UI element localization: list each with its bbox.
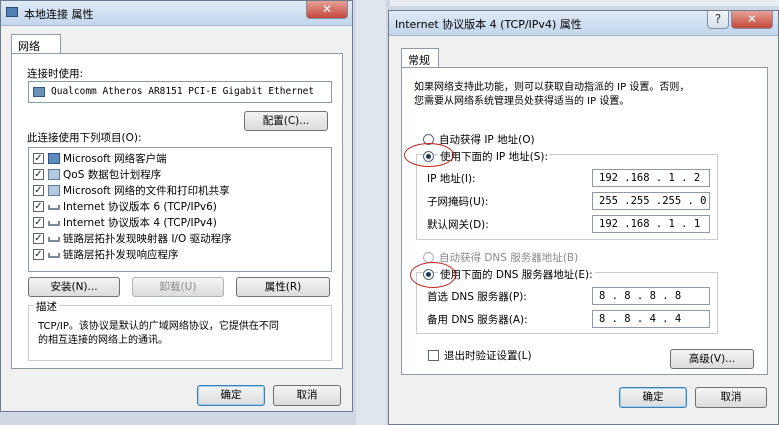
general-tab-panel: 如果网络支持此功能，则可以获取自动指派的 IP 设置。否则， 您需要从网络系统管… [401, 67, 768, 375]
network-window-icon [6, 7, 18, 17]
preferred-dns-value: 8 . 8 . 8 . 8 [599, 290, 682, 302]
connect-using-label: 连接时使用: [27, 68, 84, 80]
list-item[interactable]: QoS 数据包计划程序 [63, 167, 161, 182]
adapter-field: Qualcomm Atheros AR8151 PCI-E Gigabit Et… [28, 81, 332, 103]
configure-button[interactable]: 配置(C)... [244, 111, 328, 131]
annotation-circle-manual-ip [404, 143, 454, 167]
auto-dns-label: 自动获得 DNS 服务器地址(B) [439, 252, 579, 264]
right-window-title: Internet 协议版本 4 (TCP/IPv4) 属性 [395, 18, 582, 31]
description-text-line2: 的相互连接的网络上的通讯。 [38, 335, 168, 346]
tab-network[interactable]: 网络 [11, 34, 61, 54]
list-item[interactable]: Microsoft 网络的文件和打印机共享 [63, 183, 230, 198]
properties-button[interactable]: 属性(R) [236, 277, 330, 297]
default-gateway-label: 默认网关(D): [427, 219, 489, 231]
ip-address-value: 192 .168 . 1 . 2 [599, 172, 701, 184]
subnet-mask-value: 255 .255 .255 . 0 [599, 195, 707, 207]
manual-dns-label: 使用下面的 DNS 服务器地址(E): [438, 267, 595, 282]
tab-general[interactable]: 常规 [401, 48, 439, 68]
file-sharing-icon [48, 185, 60, 196]
item-checkbox[interactable]: ✓ [33, 185, 44, 196]
network-adapter-icon [33, 87, 45, 97]
intro-text-line1: 如果网络支持此功能，则可以获取自动指派的 IP 设置。否则， [414, 82, 690, 93]
protocol-icon [48, 237, 60, 242]
background-taskbar-strip [390, 0, 779, 6]
protocol-icon [48, 253, 60, 258]
help-button[interactable]: ? [707, 11, 729, 29]
left-close-button[interactable]: ✕ [306, 1, 348, 19]
left-cancel-button[interactable]: 取消 [273, 385, 341, 406]
right-ok-button[interactable]: 确定 [619, 387, 687, 408]
qos-service-icon [48, 169, 60, 180]
tab-general-label: 常规 [408, 54, 430, 67]
right-titlebar: Internet 协议版本 4 (TCP/IPv4) 属性 ? ✕ [389, 11, 778, 36]
ip-address-label: IP 地址(I): [427, 173, 476, 185]
protocol-icon [48, 221, 60, 226]
ipv4-properties-window: Internet 协议版本 4 (TCP/IPv4) 属性 ? ✕ 常规 如果网… [388, 10, 779, 425]
alternate-dns-label: 备用 DNS 服务器(A): [427, 314, 528, 326]
left-ok-button[interactable]: 确定 [197, 385, 265, 406]
left-window-title: 本地连接 属性 [24, 8, 94, 21]
list-item[interactable]: 链路层拓扑发现映射器 I/O 驱动程序 [63, 231, 232, 246]
list-item[interactable]: Internet 协议版本 4 (TCP/IPv4) [63, 215, 217, 230]
auto-ip-label: 自动获得 IP 地址(O) [439, 134, 535, 146]
item-checkbox[interactable]: ✓ [33, 233, 44, 244]
list-item[interactable]: 链路层拓扑发现响应程序 [63, 247, 179, 262]
annotation-circle-manual-dns [410, 262, 456, 288]
default-gateway-value: 192 .168 . 1 . 1 [599, 218, 701, 230]
tab-network-label: 网络 [18, 40, 40, 53]
item-checkbox[interactable]: ✓ [33, 201, 44, 212]
items-label: 此连接使用下列项目(O): [27, 132, 142, 144]
ip-address-field[interactable]: 192 .168 . 1 . 2 [592, 169, 710, 187]
item-checkbox[interactable]: ✓ [33, 249, 44, 260]
background-window-strip [356, 0, 386, 425]
right-close-button[interactable]: ✕ [731, 11, 773, 29]
left-titlebar: 本地连接 属性 ✕ [1, 1, 352, 26]
list-item[interactable]: Microsoft 网络客户端 [63, 151, 167, 166]
alternate-dns-value: 8 . 8 . 4 . 4 [599, 313, 682, 325]
item-checkbox[interactable]: ✓ [33, 169, 44, 180]
list-item[interactable]: Internet 协议版本 6 (TCP/IPv6) [63, 199, 217, 214]
description-text-line1: TCP/IP。该协议是默认的广域网络协议，它提供在不同 [38, 321, 279, 332]
adapter-name: Qualcomm Atheros AR8151 PCI-E Gigabit Et… [51, 86, 315, 97]
default-gateway-field[interactable]: 192 .168 . 1 . 1 [592, 215, 710, 233]
protocol-icon [48, 205, 60, 210]
alternate-dns-field[interactable]: 8 . 8 . 4 . 4 [592, 310, 710, 328]
items-list: ✓ Microsoft 网络客户端 ✓ QoS 数据包计划程序 ✓ Micros… [28, 147, 332, 272]
intro-text-line2: 您需要从网络系统管理员处获得适当的 IP 设置。 [414, 96, 630, 107]
item-checkbox[interactable]: ✓ [33, 217, 44, 228]
validate-on-exit-label: 退出时验证设置(L) [444, 350, 532, 362]
right-cancel-button[interactable]: 取消 [695, 387, 767, 408]
description-label: 描述 [34, 299, 59, 314]
validate-on-exit-checkbox[interactable] [428, 350, 439, 361]
advanced-button[interactable]: 高级(V)... [670, 349, 754, 369]
uninstall-button[interactable]: 卸载(U) [132, 277, 224, 297]
install-button[interactable]: 安装(N)... [28, 277, 120, 297]
manual-ip-label: 使用下面的 IP 地址(S): [438, 149, 550, 164]
network-tab-panel: 连接时使用: Qualcomm Atheros AR8151 PCI-E Gig… [11, 53, 343, 369]
subnet-mask-field[interactable]: 255 .255 .255 . 0 [592, 192, 710, 210]
local-connection-properties-window: 本地连接 属性 ✕ 网络 连接时使用: Qualcomm Atheros AR8… [0, 0, 353, 412]
item-checkbox[interactable]: ✓ [33, 153, 44, 164]
preferred-dns-field[interactable]: 8 . 8 . 8 . 8 [592, 287, 710, 305]
preferred-dns-label: 首选 DNS 服务器(P): [427, 291, 527, 303]
subnet-mask-label: 子网掩码(U): [427, 196, 489, 208]
network-client-icon [48, 153, 60, 164]
